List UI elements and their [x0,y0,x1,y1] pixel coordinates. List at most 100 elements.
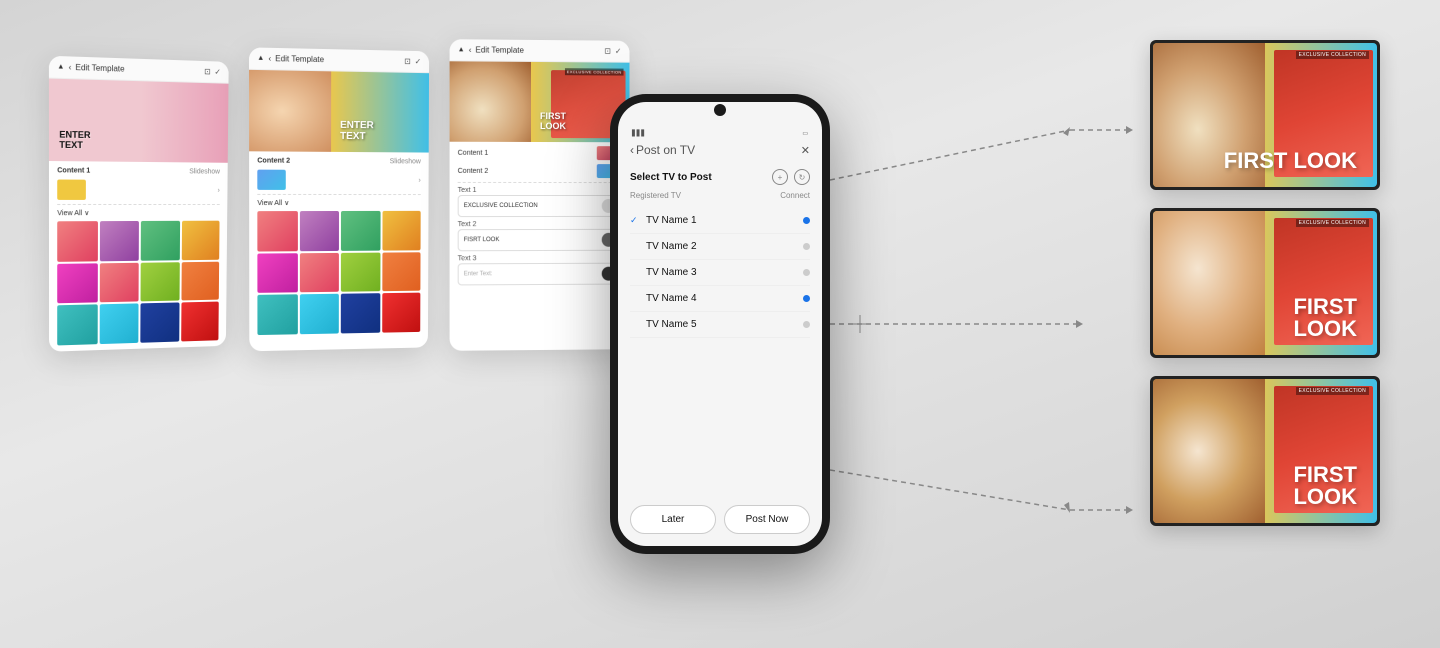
tv-display-3: EXCLUSIVE COLLECTION FIRSTLOOK [1150,376,1380,526]
thumb-11[interactable] [140,302,179,342]
card2-content-thumb[interactable]: › [257,170,421,190]
thumb-3[interactable] [141,221,180,260]
tv2-model-left [1153,211,1265,355]
tv1-status-dot [803,217,810,224]
card3-text3-field: Text 3 Enter Text: [458,255,622,286]
tv5-name: TV Name 5 [646,319,697,330]
arrow-right-icon: › [218,187,220,194]
thumb-c2-6[interactable] [299,252,339,292]
later-button[interactable]: Later [630,505,716,534]
phone-body: ▋▋▋ ▭ ‹ Post on TV ✕ Select TV to Post + [610,94,830,554]
expand-icon-2[interactable]: ⊡ [404,57,411,66]
card3-content2-label: Content 2 [458,167,489,174]
tv-item-4[interactable]: TV Name 4 [630,286,810,312]
card3-preview: EXCLUSIVE COLLECTION FIRSTLOOK [450,61,630,142]
card1-view-all[interactable]: View All ∨ [57,209,219,217]
card3-text1-value: EXCLUSIVE COLLECTION [464,203,538,209]
tv2-status-dot [803,243,810,250]
thumb-8[interactable] [181,261,219,300]
thumb-c2-2[interactable] [299,211,339,251]
phone-container: ▋▋▋ ▭ ‹ Post on TV ✕ Select TV to Post + [610,94,830,554]
back-icon-1: ‹ [69,63,72,72]
thumb-c2-8[interactable] [382,252,421,291]
check-icon-3[interactable]: ✓ [615,47,622,56]
thumb-12[interactable] [181,302,219,341]
card3-content1-row[interactable]: Content 1 › [458,146,622,160]
expand-icon-1[interactable]: ⊡ [204,67,211,76]
thumb-6[interactable] [99,262,138,302]
tv2-badge: EXCLUSIVE COLLECTION [1296,219,1369,227]
thumb-c2-12[interactable] [382,293,421,333]
card2-model-figure [249,70,331,152]
thumb-c2-7[interactable] [341,252,380,292]
tv5-status-dot [803,321,810,328]
edit-template-card-2[interactable]: ▲ ‹ Edit Template ⊡ ✓ ENTERTEXT Content … [249,47,429,350]
tv-list: ✓ TV Name 1 TV Name 2 [630,208,810,495]
thumb-c2-4[interactable] [382,211,421,250]
chevron-down-icon-2: ∨ [284,199,289,207]
card2-view-all[interactable]: View All ∨ [257,199,420,207]
card3-text2-value: FISRT LOOK [464,237,500,243]
thumb-5[interactable] [57,263,97,303]
tv2-name: TV Name 2 [646,241,697,252]
thumb-c2-3[interactable] [341,211,380,250]
tv-item-5[interactable]: TV Name 5 [630,312,810,338]
tv-display-1: EXCLUSIVE COLLECTION FIRST LOOK [1150,40,1380,190]
card3-content2-row[interactable]: Content 2 › [458,164,622,178]
tv-item-3[interactable]: TV Name 3 [630,260,810,286]
thumb-2[interactable] [99,221,139,261]
card2-content-section: Content 2 Slideshow [257,157,421,165]
thumb-c2-9[interactable] [257,294,297,334]
card2-preview: ENTERTEXT [249,70,429,153]
post-now-button[interactable]: Post Now [724,505,810,534]
refresh-tv-button[interactable]: ↻ [794,169,810,185]
card1-preview: ENTERTEXT [49,79,229,163]
back-chevron-icon: ‹ [630,143,634,157]
card3-model-left [450,61,531,142]
thumb-c2-10[interactable] [299,294,338,334]
tv3-badge: EXCLUSIVE COLLECTION [1296,387,1369,395]
tv3-model-left [1153,379,1265,523]
card2-title: Edit Template [275,54,324,64]
check-icon-1[interactable]: ✓ [214,67,221,76]
edit-template-card-3[interactable]: ▲ ‹ Edit Template ⊡ ✓ EXCLUSIVE COLLECTI… [450,39,630,350]
thumb-7[interactable] [141,262,180,302]
thumb-10[interactable] [99,303,138,343]
tv-item-2[interactable]: TV Name 2 [630,234,810,260]
edit-template-card-1[interactable]: ▲ ‹ Edit Template ⊡ ✓ ENTERTEXT Content … [49,56,229,352]
card3-text1-field: Text 1 EXCLUSIVE COLLECTION [458,187,622,217]
tv3-name: TV Name 3 [646,267,697,278]
phone-screen: ▋▋▋ ▭ ‹ Post on TV ✕ Select TV to Post + [618,102,822,546]
tv1-badge: EXCLUSIVE COLLECTION [1296,51,1369,59]
expand-icon-3[interactable]: ⊡ [604,47,611,56]
card2-header: ▲ ‹ Edit Template ⊡ ✓ [249,47,429,73]
select-tv-label: Select TV to Post [630,172,712,183]
tv1-name: TV Name 1 [646,215,697,226]
signal-icon: ▋▋▋ [632,130,646,137]
wifi-icon-2: ▲ [257,55,264,62]
thumb-9[interactable] [57,304,97,345]
thumb-c2-11[interactable] [341,293,380,333]
card3-badge: EXCLUSIVE COLLECTION [565,68,624,75]
thumb-1[interactable] [57,221,97,261]
add-tv-button[interactable]: + [772,169,788,185]
card3-text2-field: Text 2 FISRT LOOK [458,221,622,251]
tv2-main-text: FIRSTLOOK [1293,296,1357,340]
wifi-icon-1: ▲ [57,63,64,70]
back-icon-3: ‹ [469,45,472,54]
card1-content-thumb[interactable]: › [57,179,220,200]
card1-title: Edit Template [75,63,124,74]
thumb-c2-1[interactable] [257,211,297,251]
check-icon-2[interactable]: ✓ [415,57,422,66]
status-bar: ▋▋▋ ▭ [630,130,810,137]
card3-text3-placeholder: Enter Text: [464,271,493,277]
battery-icon: ▭ [802,130,808,137]
thumb-4[interactable] [181,221,219,260]
tv-displays-container: EXCLUSIVE COLLECTION FIRST LOOK EXCLUSIV… [1150,40,1380,526]
screen-close-button[interactable]: ✕ [801,144,810,157]
tv-item-1[interactable]: ✓ TV Name 1 [630,208,810,234]
thumb-c2-5[interactable] [257,253,297,293]
card3-preview-text: FIRSTLOOK [540,112,566,132]
screen-back-button[interactable]: ‹ Post on TV [630,143,695,157]
screen-title: Post on TV [636,143,695,157]
